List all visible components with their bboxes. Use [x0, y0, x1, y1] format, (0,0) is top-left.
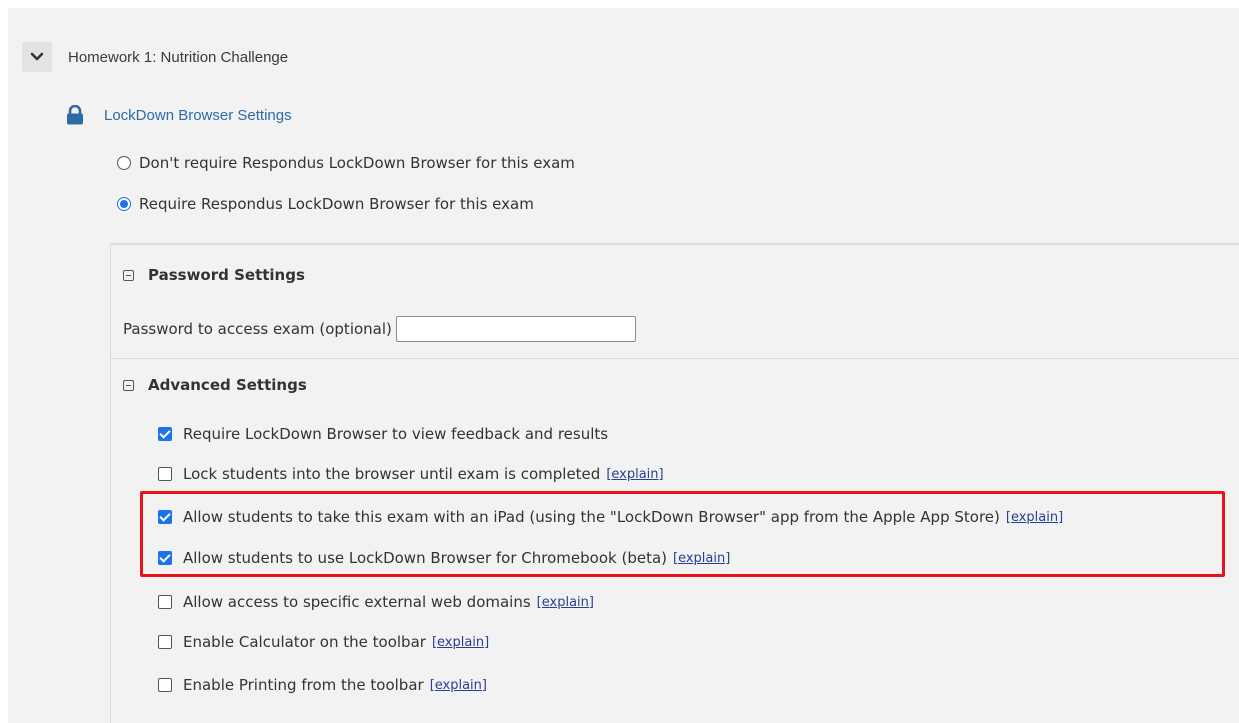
radio-button-selected[interactable]: [117, 197, 131, 211]
radio-require[interactable]: Require Respondus LockDown Browser for t…: [117, 192, 534, 216]
exam-title: Homework 1: Nutrition Challenge: [68, 48, 289, 66]
checkbox[interactable]: [158, 467, 172, 481]
checkbox[interactable]: [158, 678, 172, 692]
radio-button[interactable]: [117, 156, 131, 170]
option-label: Enable Calculator on the toolbar: [183, 633, 426, 651]
advanced-settings-heading[interactable]: Advanced Settings: [123, 373, 307, 397]
option-external-domains[interactable]: Allow access to specific external web do…: [158, 590, 594, 614]
option-label: Allow access to specific external web do…: [183, 593, 531, 611]
password-settings-heading[interactable]: Password Settings: [123, 263, 305, 287]
password-label: Password to access exam (optional): [123, 320, 392, 338]
checkbox[interactable]: [158, 595, 172, 609]
explain-link[interactable]: [explain]: [432, 635, 489, 650]
collapse-section-icon[interactable]: [123, 269, 134, 281]
checkbox-checked[interactable]: [158, 427, 172, 441]
collapse-toggle-button[interactable]: [22, 42, 52, 72]
explain-link[interactable]: [explain]: [537, 595, 594, 610]
section-title: Advanced Settings: [148, 376, 307, 394]
checkbox[interactable]: [158, 635, 172, 649]
radio-label: Don't require Respondus LockDown Browser…: [139, 154, 575, 172]
section-title: Password Settings: [148, 266, 305, 284]
radio-label: Require Respondus LockDown Browser for t…: [139, 195, 534, 213]
explain-link[interactable]: [explain]: [430, 678, 487, 693]
option-label: Require LockDown Browser to view feedbac…: [183, 425, 609, 443]
lock-icon: [67, 105, 83, 125]
exam-header: Homework 1: Nutrition Challenge: [22, 42, 622, 72]
password-row: Password to access exam (optional): [123, 315, 636, 343]
option-label: Enable Printing from the toolbar: [183, 676, 424, 694]
option-require-feedback[interactable]: Require LockDown Browser to view feedbac…: [158, 422, 608, 446]
lockdown-link-row: LockDown Browser Settings: [66, 103, 292, 127]
highlight-annotation-box: [140, 491, 1225, 577]
option-printing[interactable]: Enable Printing from the toolbar [explai…: [158, 673, 487, 697]
radio-dont-require[interactable]: Don't require Respondus LockDown Browser…: [117, 151, 575, 175]
lockdown-settings-link[interactable]: LockDown Browser Settings: [104, 107, 292, 124]
option-lock-students[interactable]: Lock students into the browser until exa…: [158, 462, 664, 486]
explain-link[interactable]: [explain]: [606, 467, 663, 482]
collapse-section-icon[interactable]: [123, 379, 134, 391]
option-label: Lock students into the browser until exa…: [183, 465, 601, 483]
section-divider: [110, 358, 1239, 359]
chevron-down-icon: [30, 52, 44, 61]
option-calculator[interactable]: Enable Calculator on the toolbar [explai…: [158, 630, 489, 654]
password-input[interactable]: [395, 316, 636, 342]
